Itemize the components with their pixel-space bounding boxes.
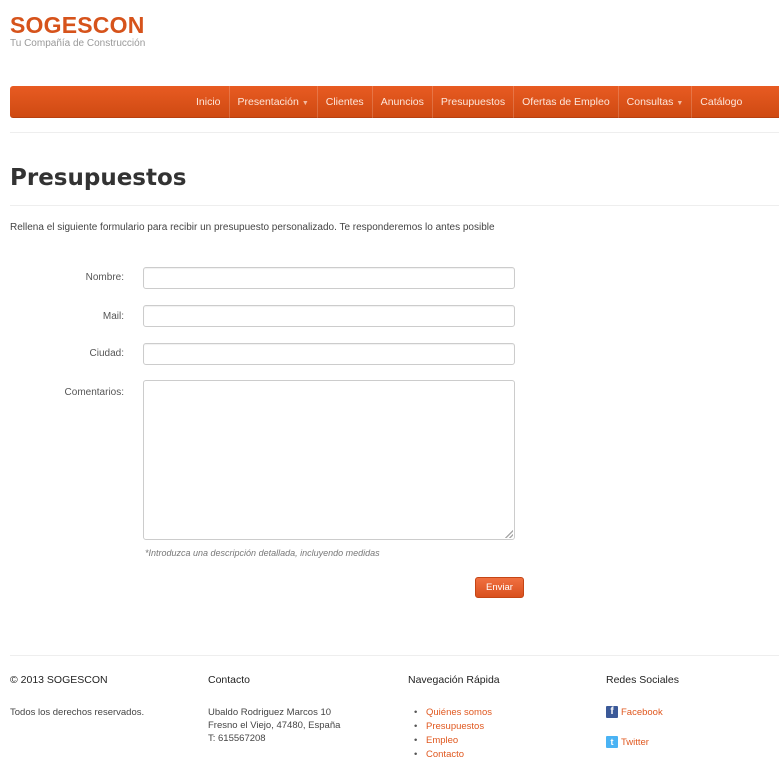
quicknav-link-empleo[interactable]: Empleo	[408, 734, 500, 748]
comments-label: Comentarios:	[64, 387, 124, 398]
nav-item-label: Presupuestos	[440, 96, 506, 108]
contact-heading: Contacto	[208, 674, 251, 686]
comments-hint: *Introduzca una descripción detallada, i…	[145, 548, 380, 558]
twitter-link[interactable]: t Twitter	[606, 736, 679, 748]
facebook-icon: f	[606, 706, 618, 718]
address-line-1: Ubaldo Rodriguez Marcos 10	[208, 707, 332, 718]
nav-item-clientes[interactable]: Clientes	[318, 86, 373, 118]
nav-item-label: Ofertas de Empleo	[522, 96, 610, 108]
twitter-label: Twitter	[621, 736, 649, 748]
quicknav-link-presupuestos[interactable]: Presupuestos	[408, 720, 500, 734]
comments-textarea[interactable]	[143, 380, 515, 540]
submit-button[interactable]: Enviar	[475, 577, 524, 598]
quicknav-heading: Navegación Rápida	[408, 674, 500, 686]
name-input[interactable]	[143, 267, 515, 289]
chevron-down-icon: ▼	[301, 100, 309, 107]
mail-label: Mail:	[102, 311, 124, 322]
phone-text: T: 615567208	[208, 733, 266, 744]
quicknav-link-contacto[interactable]: Contacto	[408, 748, 500, 757]
intro-text: Rellena el siguiente formulario para rec…	[10, 222, 495, 233]
twitter-icon: t	[606, 736, 618, 748]
footer-contact: Contacto Ubaldo Rodriguez Marcos 10 Fres…	[208, 674, 340, 745]
nav-menu: Inicio Presentación ▼ Clientes Anuncios P…	[188, 86, 750, 118]
footer-social: Redes Sociales f Facebook t Twitter	[606, 674, 679, 757]
nav-item-label: Presentación	[237, 96, 299, 108]
site-logo[interactable]: SOGESCON	[10, 10, 145, 40]
main-navbar: Inicio Presentación ▼ Clientes Anuncios P…	[10, 86, 779, 118]
divider	[10, 655, 779, 656]
city-label: Ciudad:	[89, 348, 124, 359]
nav-item-consultas[interactable]: Consultas ▼	[619, 86, 693, 118]
quicknav-link-quienes-somos[interactable]: Quiénes somos	[408, 706, 500, 720]
page-title: Presupuestos	[10, 165, 187, 191]
social-heading: Redes Sociales	[606, 674, 679, 686]
quicknav-list: Quiénes somos Presupuestos Empleo Contac…	[408, 706, 500, 757]
nav-item-presentacion[interactable]: Presentación ▼	[230, 86, 318, 118]
nav-item-label: Anuncios	[380, 96, 424, 108]
nav-item-ofertas-empleo[interactable]: Ofertas de Empleo	[514, 86, 619, 118]
rights-text: Todos los derechos reservados.	[10, 707, 145, 718]
nav-item-label: Consultas	[626, 96, 674, 108]
name-label: Nombre:	[85, 272, 124, 283]
footer-copyright: © 2013 SOGESCON Todos los derechos reser…	[10, 674, 144, 719]
nav-item-presupuestos[interactable]: Presupuestos	[433, 86, 515, 118]
nav-item-anuncios[interactable]: Anuncios	[373, 86, 433, 118]
copyright-text: © 2013 SOGESCON	[10, 674, 108, 686]
divider	[10, 205, 779, 206]
nav-item-catalogo[interactable]: Catálogo	[692, 86, 750, 118]
address-line-2: Fresno el Viejo, 47480, España	[208, 720, 341, 731]
nav-item-inicio[interactable]: Inicio	[188, 86, 230, 118]
nav-item-label: Clientes	[325, 96, 364, 108]
resize-handle-icon[interactable]	[505, 530, 513, 538]
mail-input[interactable]	[143, 305, 515, 327]
footer-quicknav: Navegación Rápida Quiénes somos Presupue…	[408, 674, 500, 757]
brand: SOGESCON Tu Compañía de Construcción	[10, 10, 145, 49]
nav-item-label: Inicio	[196, 96, 221, 108]
divider	[10, 132, 779, 133]
nav-item-label: Catálogo	[700, 96, 743, 108]
chevron-down-icon: ▼	[676, 100, 684, 107]
facebook-label: Facebook	[621, 706, 663, 718]
facebook-link[interactable]: f Facebook	[606, 706, 679, 718]
site-tagline: Tu Compañía de Construcción	[10, 38, 146, 49]
city-input[interactable]	[143, 343, 515, 365]
